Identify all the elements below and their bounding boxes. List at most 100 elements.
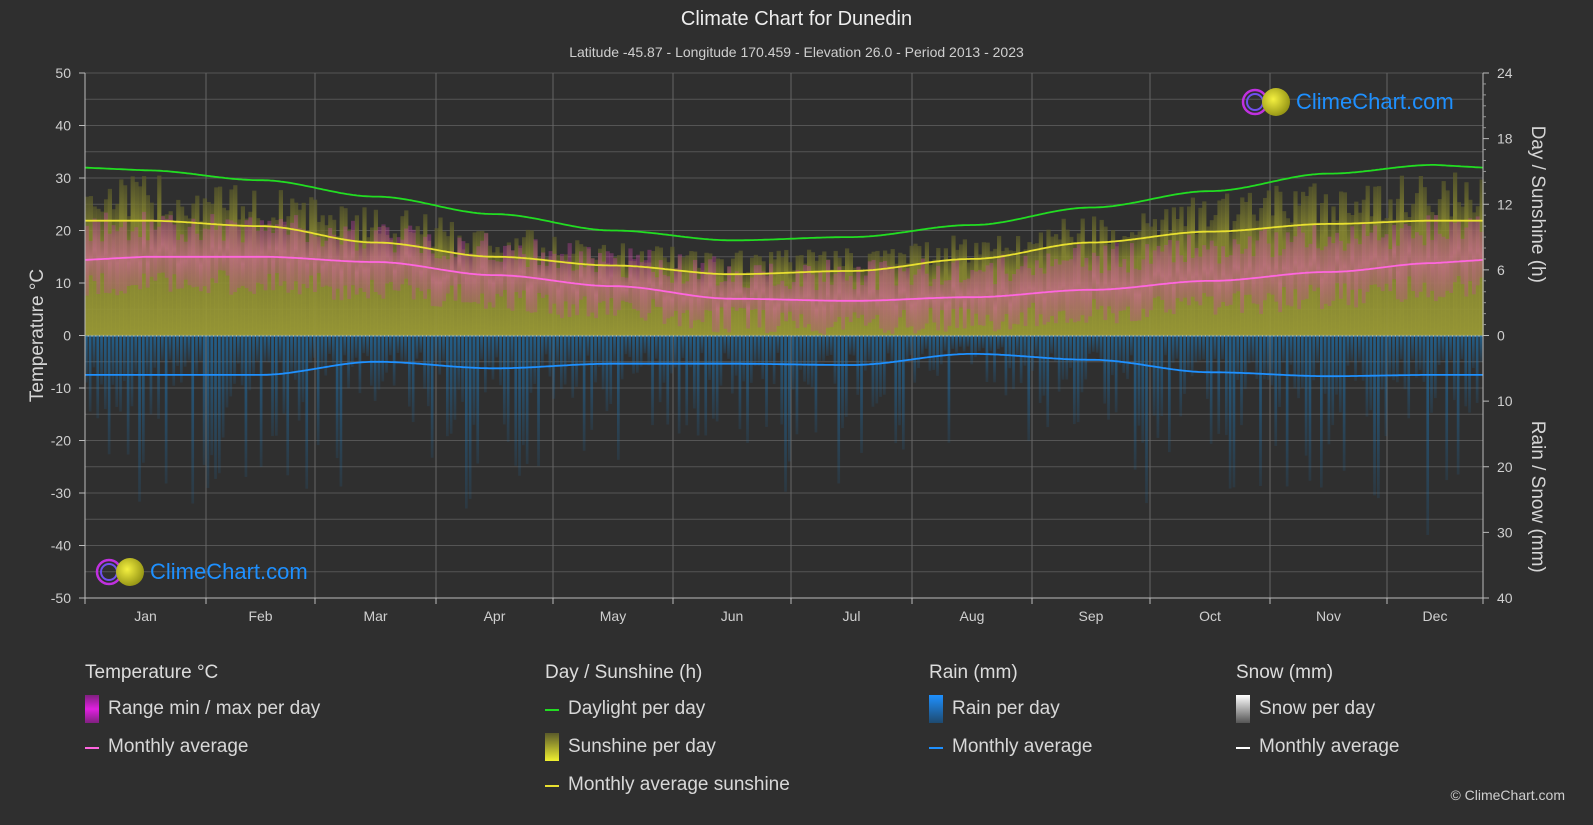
temp-range-bar — [928, 285, 933, 308]
rain-bar — [88, 335, 92, 412]
logo-text: ClimeChart.com — [150, 559, 308, 584]
rain-bar — [1035, 335, 1038, 355]
rain-bar — [92, 335, 96, 368]
rain-bar — [1088, 335, 1091, 354]
temp-range-bar — [180, 234, 185, 289]
temp-range-bar — [1445, 238, 1450, 291]
temp-range-bar — [1225, 257, 1230, 306]
temp-range-bar — [183, 241, 188, 280]
temp-range-bar — [1126, 272, 1131, 307]
rain-bar — [533, 335, 537, 384]
temp-range-bar — [438, 258, 443, 307]
rain-bar — [423, 335, 426, 389]
rain-bar — [753, 335, 757, 367]
rain-bar — [275, 335, 278, 436]
temp-range-bar — [662, 274, 667, 324]
rain-bar — [1095, 335, 1099, 353]
temp-range-bar — [191, 218, 196, 288]
rain-bar — [525, 335, 529, 464]
rain-bar — [1198, 335, 1202, 361]
rain-bar — [814, 335, 818, 433]
temp-range-bar — [1088, 270, 1093, 317]
temp-range-bar — [168, 215, 173, 292]
rain-bar — [985, 335, 989, 382]
temp-range-bar — [495, 261, 500, 294]
temp-range-bar — [377, 226, 382, 295]
temp-range-bar — [1171, 262, 1176, 315]
temp-range-bar — [628, 248, 633, 304]
rain-bar — [332, 335, 335, 364]
rain-bar — [1392, 335, 1395, 381]
temp-range-bar — [1141, 259, 1146, 309]
temp-range-bar — [1361, 221, 1366, 304]
rain-bar — [438, 335, 442, 375]
temp-range-bar — [666, 276, 671, 319]
rain-bar — [119, 335, 122, 412]
temp-range-bar — [871, 259, 876, 320]
temp-range-bar — [917, 269, 922, 331]
rain-bar — [924, 335, 928, 349]
temp-range-bar — [297, 227, 302, 295]
rain-bar — [218, 335, 221, 474]
temp-range-bar — [145, 240, 150, 288]
rain-bar — [590, 335, 594, 430]
temp-range-bar — [1187, 234, 1192, 306]
left-tick-label: 0 — [63, 328, 71, 344]
temp-range-bar — [1335, 232, 1340, 284]
rain-bar — [271, 335, 274, 437]
rain-bar — [1076, 335, 1080, 423]
rain-bar — [1126, 335, 1129, 380]
temp-range-bar — [981, 271, 986, 326]
sunshine-swatch — [545, 733, 559, 761]
rain-bar — [1065, 335, 1069, 380]
temp-range-bar — [1380, 237, 1385, 292]
left-tick-label: -40 — [51, 538, 71, 554]
temp-range-bar — [1012, 274, 1017, 324]
rain-bar — [579, 335, 582, 364]
temp-range-bar — [157, 226, 162, 274]
temp-range-bar — [848, 275, 853, 323]
rain-bar — [256, 335, 259, 362]
temp-range-bar — [510, 250, 515, 311]
temp-range-bar — [886, 266, 891, 331]
temp-range-bar — [1297, 226, 1302, 310]
temp-range-bar — [594, 272, 599, 319]
x-tick-label: Jul — [843, 608, 861, 624]
temp-range-bar — [883, 260, 888, 333]
rain-bar — [316, 335, 320, 446]
rain-bar — [1339, 335, 1342, 413]
rain-bar — [495, 335, 499, 358]
temp-range-bar — [1000, 254, 1005, 322]
rain-bar — [795, 335, 799, 435]
temp-range-bar — [1114, 242, 1119, 324]
rain-bar — [1156, 335, 1160, 438]
temp-range-bar — [586, 247, 591, 317]
temp-range-bar — [1019, 266, 1024, 313]
rain-bar — [1255, 335, 1259, 379]
left-tick-label: 40 — [55, 118, 71, 134]
rain-bar — [415, 335, 419, 359]
legend-item: Monthly average — [1236, 736, 1399, 774]
temp-range-bar — [104, 212, 109, 293]
temp-range-bar — [408, 225, 413, 286]
temp-range-bar — [1240, 253, 1245, 313]
rain-bar — [651, 335, 654, 426]
rain-bar — [962, 335, 966, 352]
temp-range-bar — [442, 255, 447, 302]
rain-bar — [544, 335, 548, 355]
rain-bar — [841, 335, 844, 429]
rain-bar — [1373, 335, 1376, 496]
temp-range-bar — [579, 251, 584, 300]
temp-range-bar — [1323, 246, 1328, 304]
left-tick-label: 20 — [55, 223, 71, 239]
rain-bar — [396, 335, 400, 353]
temp-range-bar — [252, 225, 257, 294]
temp-range-bar — [358, 243, 363, 289]
rain-bar — [715, 335, 719, 422]
snow-avg-swatch — [1236, 747, 1250, 749]
rain-bar — [176, 335, 179, 366]
rain-bar — [784, 335, 787, 492]
legend-rain: Rain (mm) Rain per day Monthly average — [929, 662, 1092, 774]
rain-bar — [875, 335, 879, 404]
rain-bar — [1038, 335, 1042, 404]
